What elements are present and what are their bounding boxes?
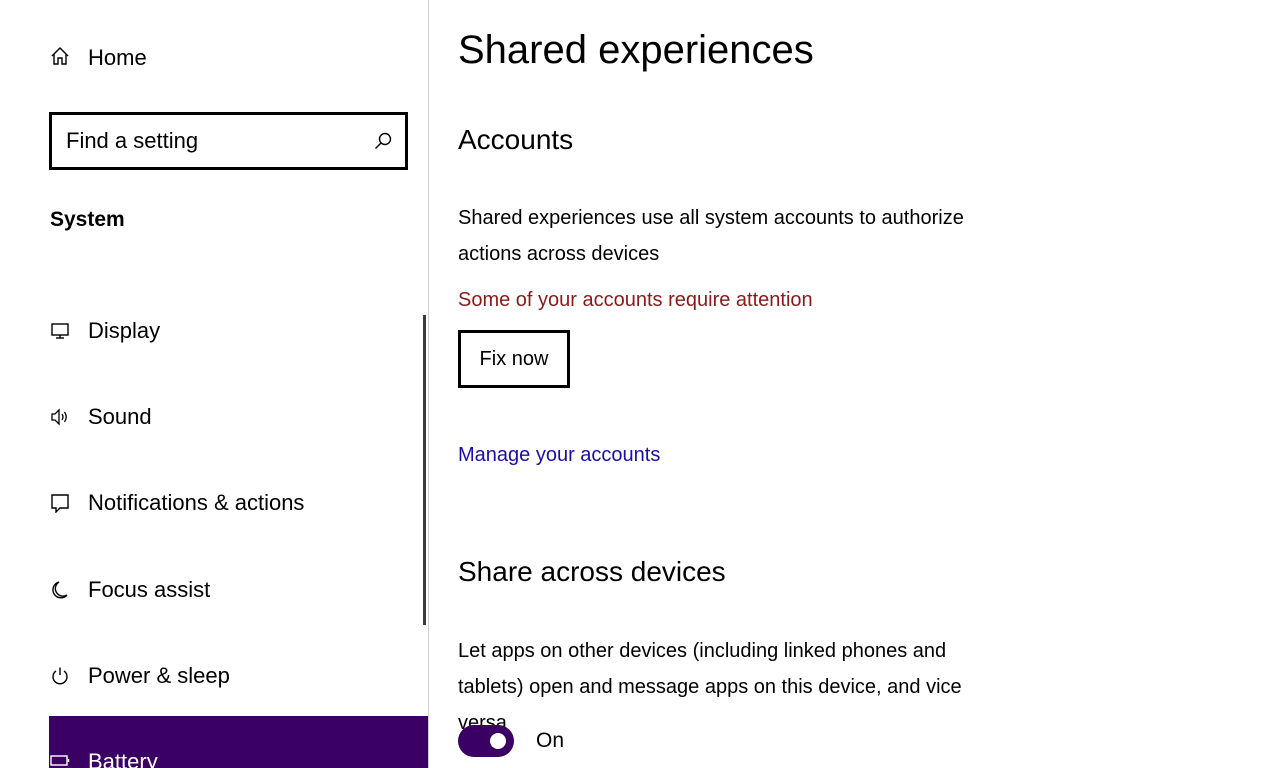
page-title: Shared experiences xyxy=(458,28,814,72)
speaker-icon xyxy=(49,406,71,428)
sidebar-item-label: Home xyxy=(88,45,147,70)
toggle-knob xyxy=(490,733,506,749)
toggle-state-label: On xyxy=(536,729,565,752)
accounts-heading: Accounts xyxy=(458,124,574,155)
search-input[interactable] xyxy=(52,115,373,167)
monitor-icon xyxy=(49,320,71,342)
sidebar-item-display[interactable]: Display xyxy=(49,301,428,361)
accounts-warning-text: Some of your accounts require attention xyxy=(458,289,813,311)
sidebar-item-focus-assist[interactable]: Focus assist xyxy=(49,560,428,620)
search-icon[interactable] xyxy=(373,131,393,151)
share-toggle-row: On xyxy=(458,722,564,760)
home-icon xyxy=(50,46,70,71)
sidebar-scrollbar[interactable] xyxy=(423,315,426,625)
sidebar-item-label: Focus assist xyxy=(88,577,211,602)
sidebar-section-label: System xyxy=(50,208,125,231)
share-across-devices-heading: Share across devices xyxy=(458,556,726,587)
sidebar-item-label: Sound xyxy=(88,404,152,429)
sidebar-item-battery[interactable]: Battery xyxy=(49,716,428,768)
sidebar-item-label: Notifications & actions xyxy=(88,490,305,515)
search-box xyxy=(49,112,408,170)
sidebar-item-sound[interactable]: Sound xyxy=(49,387,428,447)
sidebar-item-home[interactable]: Home xyxy=(50,38,147,78)
battery-icon xyxy=(49,749,71,768)
accounts-description: Shared experiences use all system accoun… xyxy=(458,207,964,265)
sidebar-item-label: Battery xyxy=(88,749,158,768)
content-pane: Shared experiences Accounts Shared exper… xyxy=(458,0,1258,768)
share-across-devices-toggle[interactable] xyxy=(458,725,514,757)
sidebar-item-label: Power & sleep xyxy=(88,663,230,688)
sidebar-item-label: Display xyxy=(88,318,161,343)
moon-icon xyxy=(49,579,71,601)
fix-now-button[interactable]: Fix now xyxy=(458,330,570,388)
notification-icon xyxy=(49,492,71,514)
sidebar-item-notifications[interactable]: Notifications & actions xyxy=(49,473,428,533)
power-icon xyxy=(49,665,71,687)
manage-accounts-link[interactable]: Manage your accounts xyxy=(458,444,660,467)
settings-sidebar: Home System Display xyxy=(0,0,429,768)
sidebar-item-power-sleep[interactable]: Power & sleep xyxy=(49,646,428,706)
